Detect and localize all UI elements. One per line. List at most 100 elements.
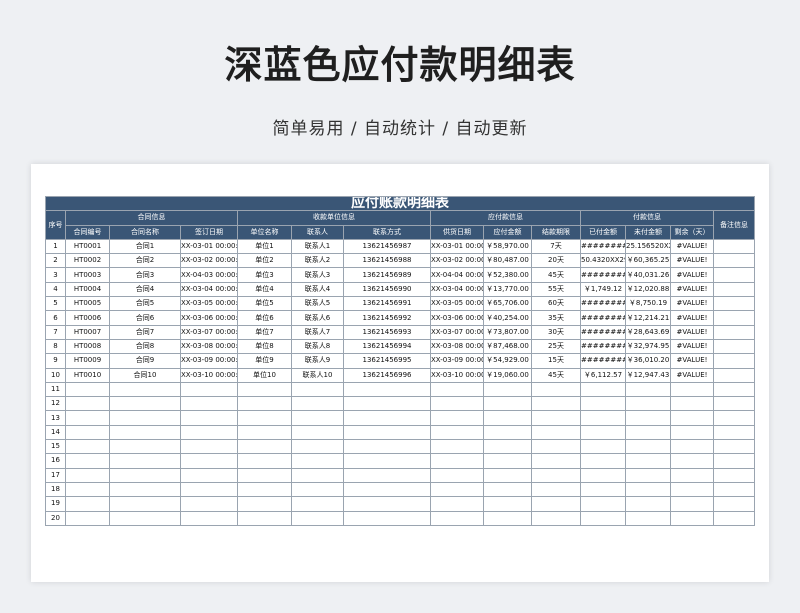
empty-cell[interactable]: [109, 453, 181, 469]
unit-name-cell[interactable]: 单位10: [237, 367, 292, 383]
empty-cell[interactable]: [580, 410, 626, 426]
empty-cell[interactable]: [291, 410, 344, 426]
sign-date-cell[interactable]: XX-03-08 00:00:0: [180, 338, 238, 355]
row-number-cell[interactable]: 6: [45, 310, 66, 326]
empty-cell[interactable]: [291, 439, 344, 455]
unpaid-amount-cell[interactable]: ￥8,750.19: [625, 296, 671, 312]
empty-cell[interactable]: [65, 396, 110, 412]
row-number-cell[interactable]: 10: [45, 367, 66, 383]
unit-name-cell[interactable]: 单位9: [237, 353, 292, 369]
row-number-cell[interactable]: 5: [45, 296, 66, 312]
empty-cell[interactable]: [670, 453, 714, 469]
empty-cell[interactable]: [109, 439, 181, 455]
empty-cell[interactable]: [109, 510, 181, 526]
empty-cell[interactable]: [180, 381, 238, 398]
paid-amount-cell[interactable]: #########: [580, 353, 626, 369]
phone-cell[interactable]: 13621456987: [343, 238, 431, 255]
empty-cell[interactable]: [291, 424, 344, 441]
empty-cell[interactable]: [625, 510, 671, 526]
phone-cell[interactable]: 13621456995: [343, 353, 431, 369]
empty-cell[interactable]: [180, 439, 238, 455]
empty-cell[interactable]: [180, 481, 238, 498]
empty-cell[interactable]: [712, 467, 756, 483]
payment-term-cell[interactable]: 45天: [531, 367, 581, 383]
empty-cell[interactable]: [580, 396, 626, 412]
supply-date-cell[interactable]: XX-03-01 00:00:: [430, 238, 484, 255]
supply-date-cell[interactable]: XX-03-06 00:00:: [430, 310, 484, 326]
empty-cell[interactable]: [531, 396, 581, 412]
sign-date-cell[interactable]: XX-03-06 00:00:0: [180, 310, 238, 326]
empty-cell[interactable]: [343, 381, 431, 398]
contract-code-cell[interactable]: HT0007: [65, 324, 110, 340]
payable-amount-cell[interactable]: ￥19,060.00: [483, 367, 532, 383]
contract-name-cell[interactable]: 合同2: [109, 253, 181, 269]
payment-term-cell[interactable]: 35天: [531, 310, 581, 326]
row-number-cell[interactable]: 12: [45, 396, 66, 412]
unit-name-cell[interactable]: 单位5: [237, 296, 292, 312]
empty-cell[interactable]: [580, 381, 626, 398]
empty-cell[interactable]: [291, 396, 344, 412]
empty-cell[interactable]: [237, 424, 292, 441]
remark-cell[interactable]: [712, 253, 756, 269]
days-remaining-cell[interactable]: #VALUE!: [670, 253, 714, 269]
empty-cell[interactable]: [180, 396, 238, 412]
empty-cell[interactable]: [670, 467, 714, 483]
supply-date-cell[interactable]: XX-03-05 00:00:: [430, 296, 484, 312]
contact-person-cell[interactable]: 联系人5: [291, 296, 344, 312]
empty-cell[interactable]: [430, 424, 484, 441]
row-number-cell[interactable]: 1: [45, 238, 66, 255]
empty-cell[interactable]: [580, 496, 626, 512]
empty-cell[interactable]: [109, 424, 181, 441]
payment-term-cell[interactable]: 20天: [531, 253, 581, 269]
sign-date-cell[interactable]: XX-04-03 00:00:0: [180, 267, 238, 283]
payable-amount-cell[interactable]: ￥73,807.00: [483, 324, 532, 340]
empty-cell[interactable]: [237, 439, 292, 455]
unpaid-amount-cell[interactable]: ￥28,643.69: [625, 324, 671, 340]
empty-cell[interactable]: [65, 496, 110, 512]
unit-name-cell[interactable]: 单位2: [237, 253, 292, 269]
empty-cell[interactable]: [237, 510, 292, 526]
empty-cell[interactable]: [109, 496, 181, 512]
empty-cell[interactable]: [712, 510, 756, 526]
phone-cell[interactable]: 13621456992: [343, 310, 431, 326]
empty-cell[interactable]: [712, 424, 756, 441]
empty-cell[interactable]: [430, 510, 484, 526]
supply-date-cell[interactable]: XX-03-07 00:00:: [430, 324, 484, 340]
empty-cell[interactable]: [343, 453, 431, 469]
empty-cell[interactable]: [531, 467, 581, 483]
payable-amount-cell[interactable]: ￥13,770.00: [483, 281, 532, 298]
contract-code-cell[interactable]: HT0002: [65, 253, 110, 269]
empty-cell[interactable]: [483, 467, 532, 483]
payable-amount-cell[interactable]: ￥65,706.00: [483, 296, 532, 312]
empty-cell[interactable]: [483, 481, 532, 498]
empty-cell[interactable]: [237, 410, 292, 426]
contract-code-cell[interactable]: HT0009: [65, 353, 110, 369]
paid-amount-cell[interactable]: #########: [580, 338, 626, 355]
sign-date-cell[interactable]: XX-03-02 00:00:0: [180, 253, 238, 269]
empty-cell[interactable]: [531, 439, 581, 455]
empty-cell[interactable]: [580, 467, 626, 483]
empty-cell[interactable]: [65, 510, 110, 526]
row-number-cell[interactable]: 19: [45, 496, 66, 512]
contract-code-cell[interactable]: HT0003: [65, 267, 110, 283]
row-number-cell[interactable]: 18: [45, 481, 66, 498]
contract-name-cell[interactable]: 合同6: [109, 310, 181, 326]
empty-cell[interactable]: [237, 396, 292, 412]
row-number-cell[interactable]: 20: [45, 510, 66, 526]
empty-cell[interactable]: [531, 424, 581, 441]
empty-cell[interactable]: [670, 410, 714, 426]
empty-cell[interactable]: [670, 381, 714, 398]
contact-person-cell[interactable]: 联系人9: [291, 353, 344, 369]
empty-cell[interactable]: [625, 410, 671, 426]
empty-cell[interactable]: [670, 439, 714, 455]
empty-cell[interactable]: [430, 467, 484, 483]
paid-amount-cell[interactable]: #########: [580, 324, 626, 340]
days-remaining-cell[interactable]: #VALUE!: [670, 338, 714, 355]
unpaid-amount-cell[interactable]: ￥36,010.20: [625, 353, 671, 369]
contract-name-cell[interactable]: 合同4: [109, 281, 181, 298]
empty-cell[interactable]: [625, 439, 671, 455]
phone-cell[interactable]: 13621456990: [343, 281, 431, 298]
empty-cell[interactable]: [291, 467, 344, 483]
days-remaining-cell[interactable]: #VALUE!: [670, 267, 714, 283]
empty-cell[interactable]: [343, 410, 431, 426]
